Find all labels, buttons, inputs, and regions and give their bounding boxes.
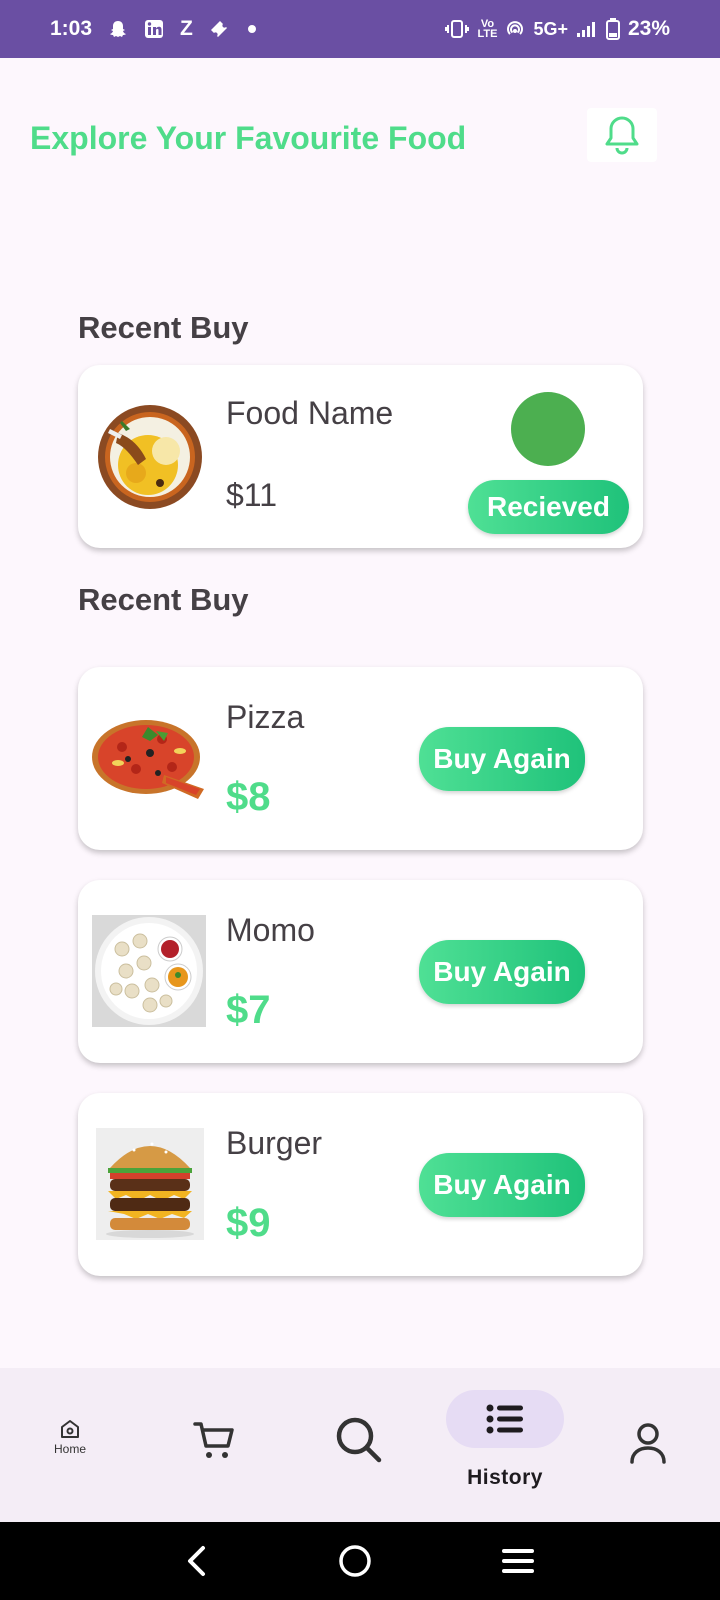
history-item-pizza: Pizza $8 Buy Again: [78, 667, 643, 850]
list-icon: [486, 1404, 523, 1434]
battery-icon: [605, 18, 620, 40]
search-icon: [336, 1417, 382, 1463]
received-button[interactable]: Recieved: [468, 480, 629, 534]
food-price: $11: [226, 477, 278, 513]
status-indicator: [511, 392, 585, 466]
food-name: Food Name: [226, 395, 394, 431]
system-nav-bar: [0, 1522, 720, 1600]
bottom-nav: Home History: [0, 1368, 720, 1522]
food-price: $9: [226, 1201, 271, 1245]
food-price: $8: [226, 775, 271, 819]
signal-icon: [576, 20, 598, 38]
cart-icon: [193, 1422, 234, 1458]
burger-image: [96, 1128, 204, 1245]
biryani-image: [96, 403, 204, 516]
nav-home-label: Home: [53, 1442, 86, 1456]
status-bar: 1:03 Z Vo LTE 5G+ 23%: [0, 0, 720, 58]
nav-cart[interactable]: [192, 1418, 236, 1462]
buy-again-button[interactable]: Buy Again: [419, 727, 585, 791]
pizza-image: [92, 717, 206, 804]
z-icon: Z: [180, 17, 193, 40]
network-type: 5G+: [533, 18, 568, 39]
food-name: Burger: [226, 1125, 323, 1161]
momo-image: [92, 915, 206, 1032]
snapchat-icon: [108, 19, 128, 39]
hotspot-icon: [505, 19, 525, 39]
nav-history[interactable]: History: [446, 1390, 564, 1490]
status-time: 1:03: [50, 17, 93, 40]
recents-icon[interactable]: [501, 1547, 535, 1575]
nav-home[interactable]: Home: [40, 1418, 100, 1456]
home-circle-icon[interactable]: [338, 1544, 372, 1578]
food-price: $7: [226, 988, 271, 1032]
buy-again-button[interactable]: Buy Again: [419, 940, 585, 1004]
recent-order-card: Food Name $11 Recieved: [78, 365, 643, 548]
nav-search[interactable]: [335, 1416, 383, 1464]
recent-buy-title: Recent Buy: [78, 310, 249, 345]
nav-history-label: History: [467, 1466, 543, 1489]
back-icon[interactable]: [185, 1545, 209, 1577]
ticket-icon: [209, 20, 231, 38]
history-title: Recent Buy: [78, 582, 249, 617]
food-name: Pizza: [226, 699, 305, 735]
food-name: Momo: [226, 912, 315, 948]
linkedin-icon: [144, 19, 164, 39]
battery-level: 23%: [627, 17, 670, 40]
home-icon: [61, 1420, 79, 1438]
profile-icon: [630, 1423, 666, 1464]
bell-icon: [605, 116, 639, 155]
nav-profile[interactable]: [628, 1422, 668, 1464]
notification-button[interactable]: [587, 108, 657, 162]
vibrate-icon: [445, 19, 470, 39]
volte-icon: Vo LTE: [477, 18, 498, 40]
history-item-burger: Burger $9 Buy Again: [78, 1093, 643, 1276]
page-title: Explore Your Favourite Food: [30, 120, 467, 156]
history-item-momo: Momo $7 Buy Again: [78, 880, 643, 1063]
dot-icon: [247, 24, 257, 34]
buy-again-button[interactable]: Buy Again: [419, 1153, 585, 1217]
history-active-indicator: [446, 1390, 564, 1448]
